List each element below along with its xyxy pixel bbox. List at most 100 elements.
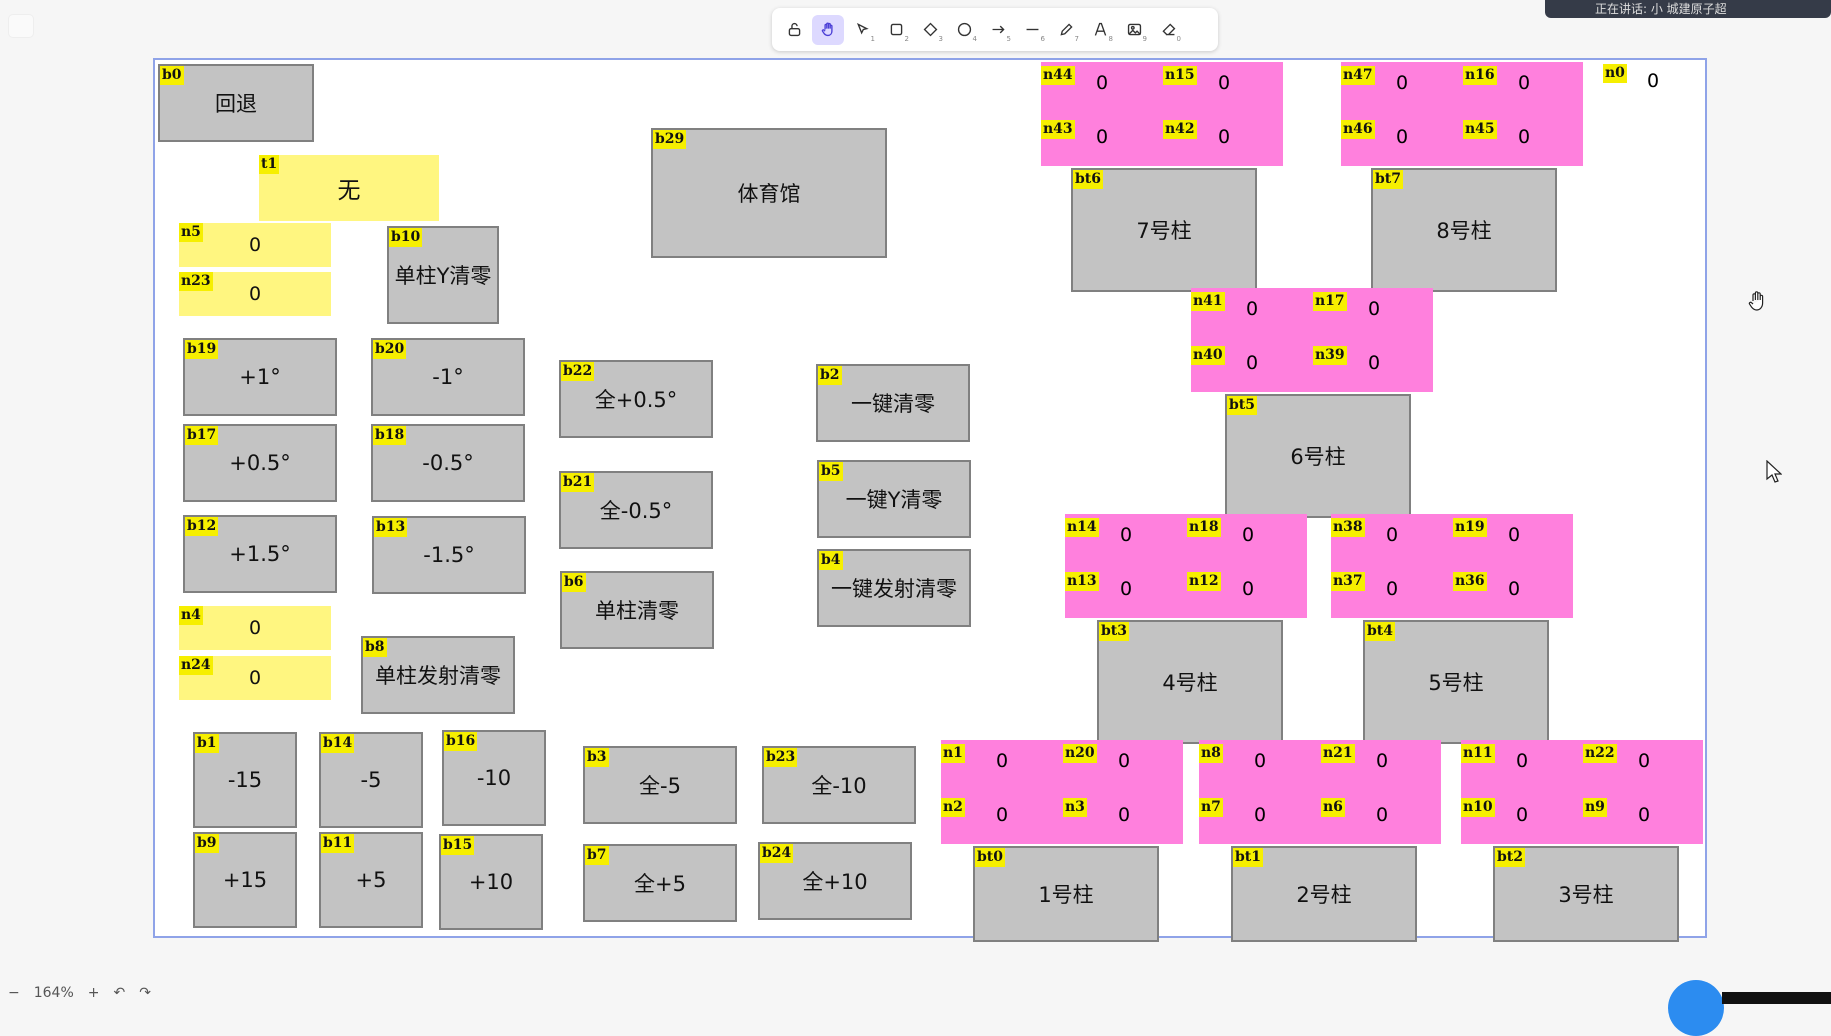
minus-10-button[interactable]: b16 -10 [442, 730, 546, 826]
cell-value: 0 [1516, 804, 1529, 826]
id-tag: b29 [653, 130, 687, 149]
value-cell: n17 0 [1313, 288, 1433, 340]
plus-1-deg-button[interactable]: b19 +1° [183, 338, 337, 416]
one-key-zero-button[interactable]: b2 一键清零 [816, 364, 970, 442]
back-button[interactable]: b0 回退 [158, 64, 314, 142]
plus-15-button[interactable]: b9 +15 [193, 832, 297, 928]
id-tag: b12 [185, 517, 219, 536]
diamond-icon[interactable]: 3 [914, 15, 946, 45]
id-tag: n39 [1313, 346, 1347, 365]
pencil-icon[interactable]: 7 [1050, 15, 1082, 45]
all-minus-5-button[interactable]: b3 全-5 [583, 746, 737, 824]
pillar-5-button[interactable]: bt4 5号柱 [1363, 620, 1549, 744]
button-label: 一键清零 [851, 392, 935, 416]
floating-action-button[interactable] [1668, 980, 1724, 1036]
value-cell: n2 0 [941, 794, 1061, 846]
minus-1.5-deg-button[interactable]: b13 -1.5° [372, 516, 526, 594]
value-cell: n46 0 [1341, 116, 1461, 168]
select-icon[interactable]: 1 [846, 15, 878, 45]
minus-5-button[interactable]: b14 -5 [319, 732, 423, 828]
id-tag: n36 [1453, 572, 1487, 591]
all-plus-10-button[interactable]: b24 全+10 [758, 842, 912, 920]
single-y-zero-button[interactable]: b10 单柱Y清零 [387, 226, 499, 324]
pillar-3-button[interactable]: bt2 3号柱 [1493, 846, 1679, 942]
minus-0.5-deg-button[interactable]: b18 -0.5° [371, 424, 525, 502]
single-launch-zero-button[interactable]: b8 单柱发射清零 [361, 636, 515, 714]
id-tag: n12 [1187, 572, 1221, 591]
value-cell: n1 0 [941, 740, 1061, 792]
shortcut-key: 9 [1142, 34, 1147, 43]
button-label: 全+0.5° [594, 388, 678, 412]
one-key-y-zero-button[interactable]: b5 一键Y清零 [817, 460, 971, 538]
undo-button[interactable]: ↶ [114, 985, 126, 1001]
menu-button[interactable] [8, 14, 34, 38]
button-label: -0.5° [422, 451, 474, 475]
all-minus-0.5-deg-button[interactable]: b21 全-0.5° [559, 471, 713, 549]
value-cell: n14 0 [1065, 514, 1185, 566]
zoom-in-button[interactable]: + [88, 985, 100, 1001]
all-minus-10-button[interactable]: b23 全-10 [762, 746, 916, 824]
zoom-controls: − 164% + ↶ ↷ [8, 982, 218, 1004]
zoom-out-button[interactable]: − [8, 985, 20, 1001]
text-icon[interactable]: 8 [1084, 15, 1116, 45]
id-tag: n19 [1453, 518, 1487, 537]
pillar-2-values: n8 0 n21 0 n7 0 n6 0 [1199, 740, 1441, 844]
minus-1-deg-button[interactable]: b20 -1° [371, 338, 525, 416]
pointer-cursor-icon [1766, 459, 1783, 488]
id-tag: b8 [363, 638, 387, 657]
value-field: n5 0 [179, 223, 331, 267]
cell-value: 0 [1518, 72, 1531, 94]
plus-5-button[interactable]: b11 +5 [319, 832, 423, 928]
line-icon[interactable]: 6 [1016, 15, 1048, 45]
value-cell: n21 0 [1321, 740, 1441, 792]
button-label: +0.5° [229, 451, 291, 475]
all-plus-5-button[interactable]: b7 全+5 [583, 844, 737, 922]
cell-value: 0 [1120, 524, 1133, 546]
value-cell: n15 0 [1163, 62, 1283, 114]
field-value: 0 [248, 617, 262, 639]
shortcut-key: 8 [1108, 34, 1113, 43]
id-tag: bt5 [1227, 396, 1257, 415]
stadium-button[interactable]: b29 体育馆 [651, 128, 887, 258]
pillar-1-button[interactable]: bt0 1号柱 [973, 846, 1159, 942]
plus-10-button[interactable]: b15 +10 [439, 834, 543, 930]
redo-button[interactable]: ↷ [139, 985, 151, 1001]
shortcut-key: 2 [904, 34, 909, 43]
id-tag: n18 [1187, 518, 1221, 537]
id-tag: b1 [195, 734, 219, 753]
rectangle-icon[interactable]: 2 [880, 15, 912, 45]
id-tag: n17 [1313, 292, 1347, 311]
pillar-7-button[interactable]: bt6 7号柱 [1071, 168, 1257, 292]
cell-value: 0 [1518, 126, 1531, 148]
single-zero-button[interactable]: b6 单柱清零 [560, 571, 714, 649]
button-label: 全+5 [634, 872, 686, 896]
id-tag: b21 [561, 473, 595, 492]
all-plus-0.5-deg-button[interactable]: b22 全+0.5° [559, 360, 713, 438]
value-cell: n18 0 [1187, 514, 1307, 566]
shortcut-key: 4 [972, 34, 977, 43]
n0-field: n0 0 [1603, 64, 1663, 94]
pillar-6-button[interactable]: bt5 6号柱 [1225, 394, 1411, 518]
pillar-4-button[interactable]: bt3 4号柱 [1097, 620, 1283, 744]
value-cell: n22 0 [1583, 740, 1703, 792]
pillar-2-button[interactable]: bt1 2号柱 [1231, 846, 1417, 942]
id-tag: n47 [1341, 66, 1375, 85]
plus-1.5-deg-button[interactable]: b12 +1.5° [183, 515, 337, 593]
hand-icon[interactable] [812, 14, 844, 45]
arrow-icon[interactable]: 5 [982, 15, 1014, 45]
value-cell: n45 0 [1463, 116, 1583, 168]
value-cell: n43 0 [1041, 116, 1161, 168]
plus-0.5-deg-button[interactable]: b17 +0.5° [183, 424, 337, 502]
button-label: 一键发射清零 [831, 577, 957, 601]
minus-15-button[interactable]: b1 -15 [193, 732, 297, 828]
ellipse-icon[interactable]: 4 [948, 15, 980, 45]
pillar-8-button[interactable]: bt7 8号柱 [1371, 168, 1557, 292]
eraser-icon[interactable]: 0 [1152, 15, 1184, 45]
cell-value: 0 [1508, 524, 1521, 546]
one-key-launch-zero-button[interactable]: b4 一键发射清零 [817, 549, 971, 627]
field-value: 无 [337, 178, 361, 204]
image-icon[interactable]: 9 [1118, 15, 1150, 45]
id-tag: n21 [1321, 744, 1355, 763]
lock-icon[interactable] [778, 15, 810, 45]
zoom-level[interactable]: 164% [34, 985, 74, 1001]
